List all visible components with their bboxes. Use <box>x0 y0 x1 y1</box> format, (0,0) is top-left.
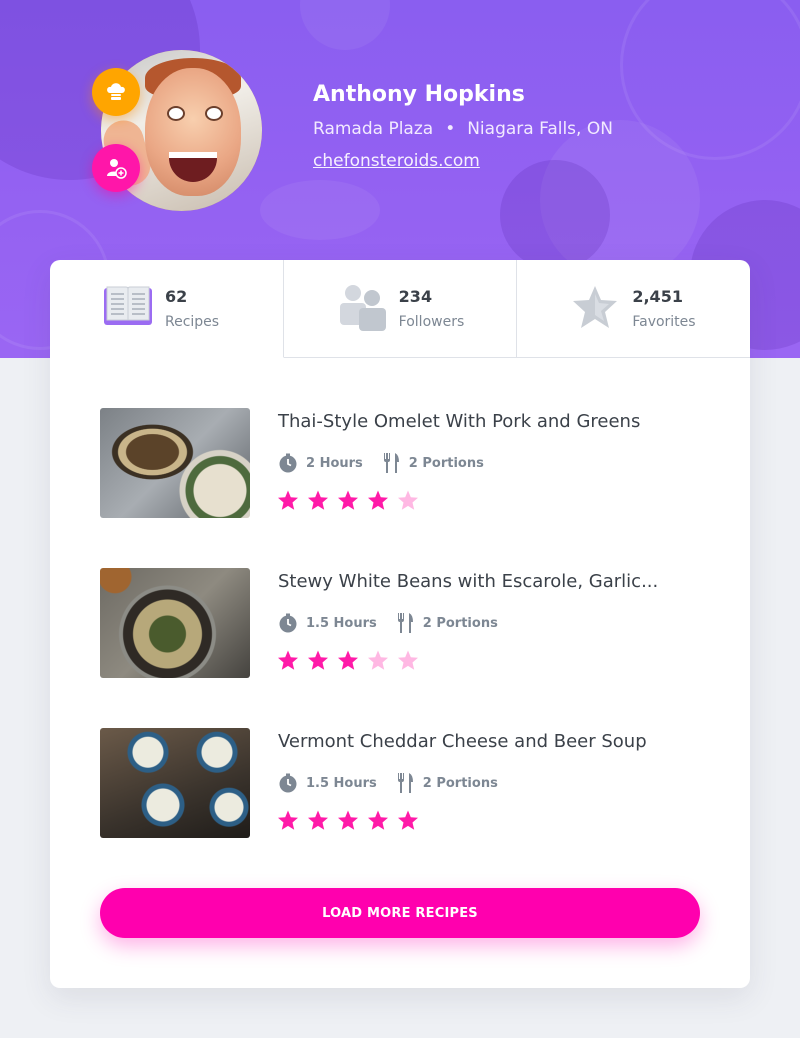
tab-favorites[interactable]: 2,451 Favorites <box>517 260 751 358</box>
star-filled-icon[interactable] <box>337 650 359 671</box>
star-filled-icon[interactable] <box>367 490 389 511</box>
star-empty-icon[interactable] <box>397 490 419 511</box>
recipe-time: 2 Hours <box>306 455 363 471</box>
star-filled-icon[interactable] <box>277 490 299 511</box>
recipe-thumbnail[interactable] <box>100 568 250 678</box>
recipe-thumbnail[interactable] <box>100 728 250 838</box>
clock-icon <box>279 453 297 473</box>
chef-hat-icon <box>92 68 140 116</box>
list-item[interactable]: Vermont Cheddar Cheese and Beer Soup 1.5… <box>100 728 700 838</box>
recipes-count: 62 <box>165 287 188 306</box>
favorites-label: Favorites <box>632 314 696 330</box>
tab-recipes[interactable]: 62 Recipes <box>50 260 284 358</box>
star-filled-icon[interactable] <box>307 810 329 831</box>
tab-followers[interactable]: 234 Followers <box>283 260 518 358</box>
recipe-time: 1.5 Hours <box>306 615 377 631</box>
profile-name: Anthony Hopkins <box>313 82 525 107</box>
star-filled-icon[interactable] <box>337 810 359 831</box>
favorites-count: 2,451 <box>632 287 683 306</box>
recipe-meta: 1.5 Hours 2 Portions <box>278 612 498 634</box>
star-filled-icon[interactable] <box>307 650 329 671</box>
star-filled-icon[interactable] <box>277 810 299 831</box>
recipe-portions: 2 Portions <box>422 775 498 791</box>
utensils-icon <box>397 773 413 793</box>
rating-stars[interactable] <box>277 810 427 831</box>
followers-label: Followers <box>398 314 465 330</box>
profile-location: Ramada Plaza • Niagara Falls, ON <box>313 119 613 139</box>
utensils-icon <box>383 453 399 473</box>
location-separator: • <box>445 119 456 139</box>
add-user-button[interactable] <box>92 144 140 192</box>
recipe-thumbnail[interactable] <box>100 408 250 518</box>
followers-count: 234 <box>398 287 433 306</box>
load-more-button[interactable]: LOAD MORE RECIPES <box>100 888 700 938</box>
book-icon <box>104 286 152 325</box>
star-empty-icon[interactable] <box>397 650 419 671</box>
recipe-meta: 1.5 Hours 2 Portions <box>278 772 498 794</box>
recipes-label: Recipes <box>165 314 220 330</box>
stats-bar: 62 Recipes 234 Followers 2,451 Favorites <box>50 260 751 358</box>
recipe-title[interactable]: Thai-Style Omelet With Pork and Greens <box>278 411 640 432</box>
star-filled-icon[interactable] <box>307 490 329 511</box>
clock-icon <box>279 613 297 633</box>
star-icon <box>573 286 618 328</box>
star-filled-icon[interactable] <box>337 490 359 511</box>
location-city: Niagara Falls, ON <box>467 119 613 139</box>
star-empty-icon[interactable] <box>367 650 389 671</box>
recipe-title[interactable]: Stewy White Beans with Escarole, Garlic.… <box>278 571 658 592</box>
recipe-meta: 2 Hours 2 Portions <box>278 452 484 474</box>
profile-card: 62 Recipes 234 Followers 2,451 Favorites… <box>50 260 751 988</box>
recipe-portions: 2 Portions <box>408 455 484 471</box>
website-link[interactable]: chefonsteroids.com <box>313 151 480 171</box>
list-item[interactable]: Thai-Style Omelet With Pork and Greens 2… <box>100 408 700 518</box>
list-item[interactable]: Stewy White Beans with Escarole, Garlic.… <box>100 568 700 678</box>
add-user-icon <box>107 159 127 179</box>
utensils-icon <box>397 613 413 633</box>
star-filled-icon[interactable] <box>367 810 389 831</box>
recipe-time: 1.5 Hours <box>306 775 377 791</box>
location-venue: Ramada Plaza <box>313 119 434 139</box>
rating-stars[interactable] <box>277 490 427 511</box>
clock-icon <box>279 773 297 793</box>
star-filled-icon[interactable] <box>397 810 419 831</box>
recipe-portions: 2 Portions <box>422 615 498 631</box>
followers-icon <box>339 285 386 331</box>
star-filled-icon[interactable] <box>277 650 299 671</box>
recipe-title[interactable]: Vermont Cheddar Cheese and Beer Soup <box>278 731 647 752</box>
rating-stars[interactable] <box>277 650 427 671</box>
